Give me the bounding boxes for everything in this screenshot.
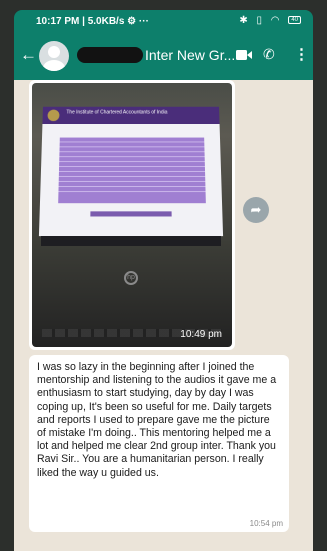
text-message[interactable]: I was so lazy in the beginning after I j… (29, 355, 289, 532)
status-time-network: 10:17 PM | 5.0KB/s ⚙ ··· (36, 16, 149, 27)
avatar[interactable] (39, 41, 69, 71)
chat-title[interactable]: Inter New Gr... (145, 47, 235, 63)
icai-logo (47, 109, 60, 122)
status-icons: ✱ ▯ ◠ 40 (239, 15, 301, 26)
laptop-brand-logo: hp (124, 271, 138, 285)
message-time: 10:54 pm (249, 519, 283, 528)
back-arrow-icon[interactable]: ← (20, 46, 37, 63)
screen-footer-bar (90, 211, 172, 217)
image-message[interactable]: The Institute of Chartered Accountants o… (29, 80, 235, 350)
message-text: I was so lazy in the beginning after I j… (37, 361, 277, 479)
more-vert-icon[interactable]: ⋮ (294, 47, 309, 62)
battery-icon: 40 (288, 16, 301, 25)
result-table (58, 137, 206, 204)
status-bar: 10:17 PM | 5.0KB/s ⚙ ··· ✱ ▯ ◠ 40 (14, 10, 313, 32)
app-header: 10:17 PM | 5.0KB/s ⚙ ··· ✱ ▯ ◠ 40 ← Inte… (14, 10, 313, 80)
screen-title: The Institute of Chartered Accountants o… (66, 109, 168, 116)
phone-call-icon[interactable]: ✆ (263, 47, 275, 61)
forward-icon[interactable]: ➦ (243, 197, 269, 223)
chat-area[interactable]: The Institute of Chartered Accountants o… (14, 80, 313, 551)
laptop-screen: The Institute of Chartered Accountants o… (38, 106, 224, 237)
chat-header: ← Inter New Gr... ✆ ⋮ (14, 34, 313, 78)
video-call-icon[interactable] (236, 49, 252, 61)
redacted-name (77, 47, 143, 63)
message-time: 10:49 pm (180, 329, 222, 340)
photo[interactable]: The Institute of Chartered Accountants o… (32, 83, 232, 347)
phone-screen: 10:17 PM | 5.0KB/s ⚙ ··· ✱ ▯ ◠ 40 ← Inte… (0, 0, 327, 551)
screen-header: The Institute of Chartered Accountants o… (42, 106, 220, 125)
vibrate-icon: ▯ (256, 15, 266, 26)
bluetooth-icon: ✱ (239, 15, 251, 26)
taskbar (41, 236, 221, 246)
wifi-icon: ◠ (270, 15, 283, 26)
